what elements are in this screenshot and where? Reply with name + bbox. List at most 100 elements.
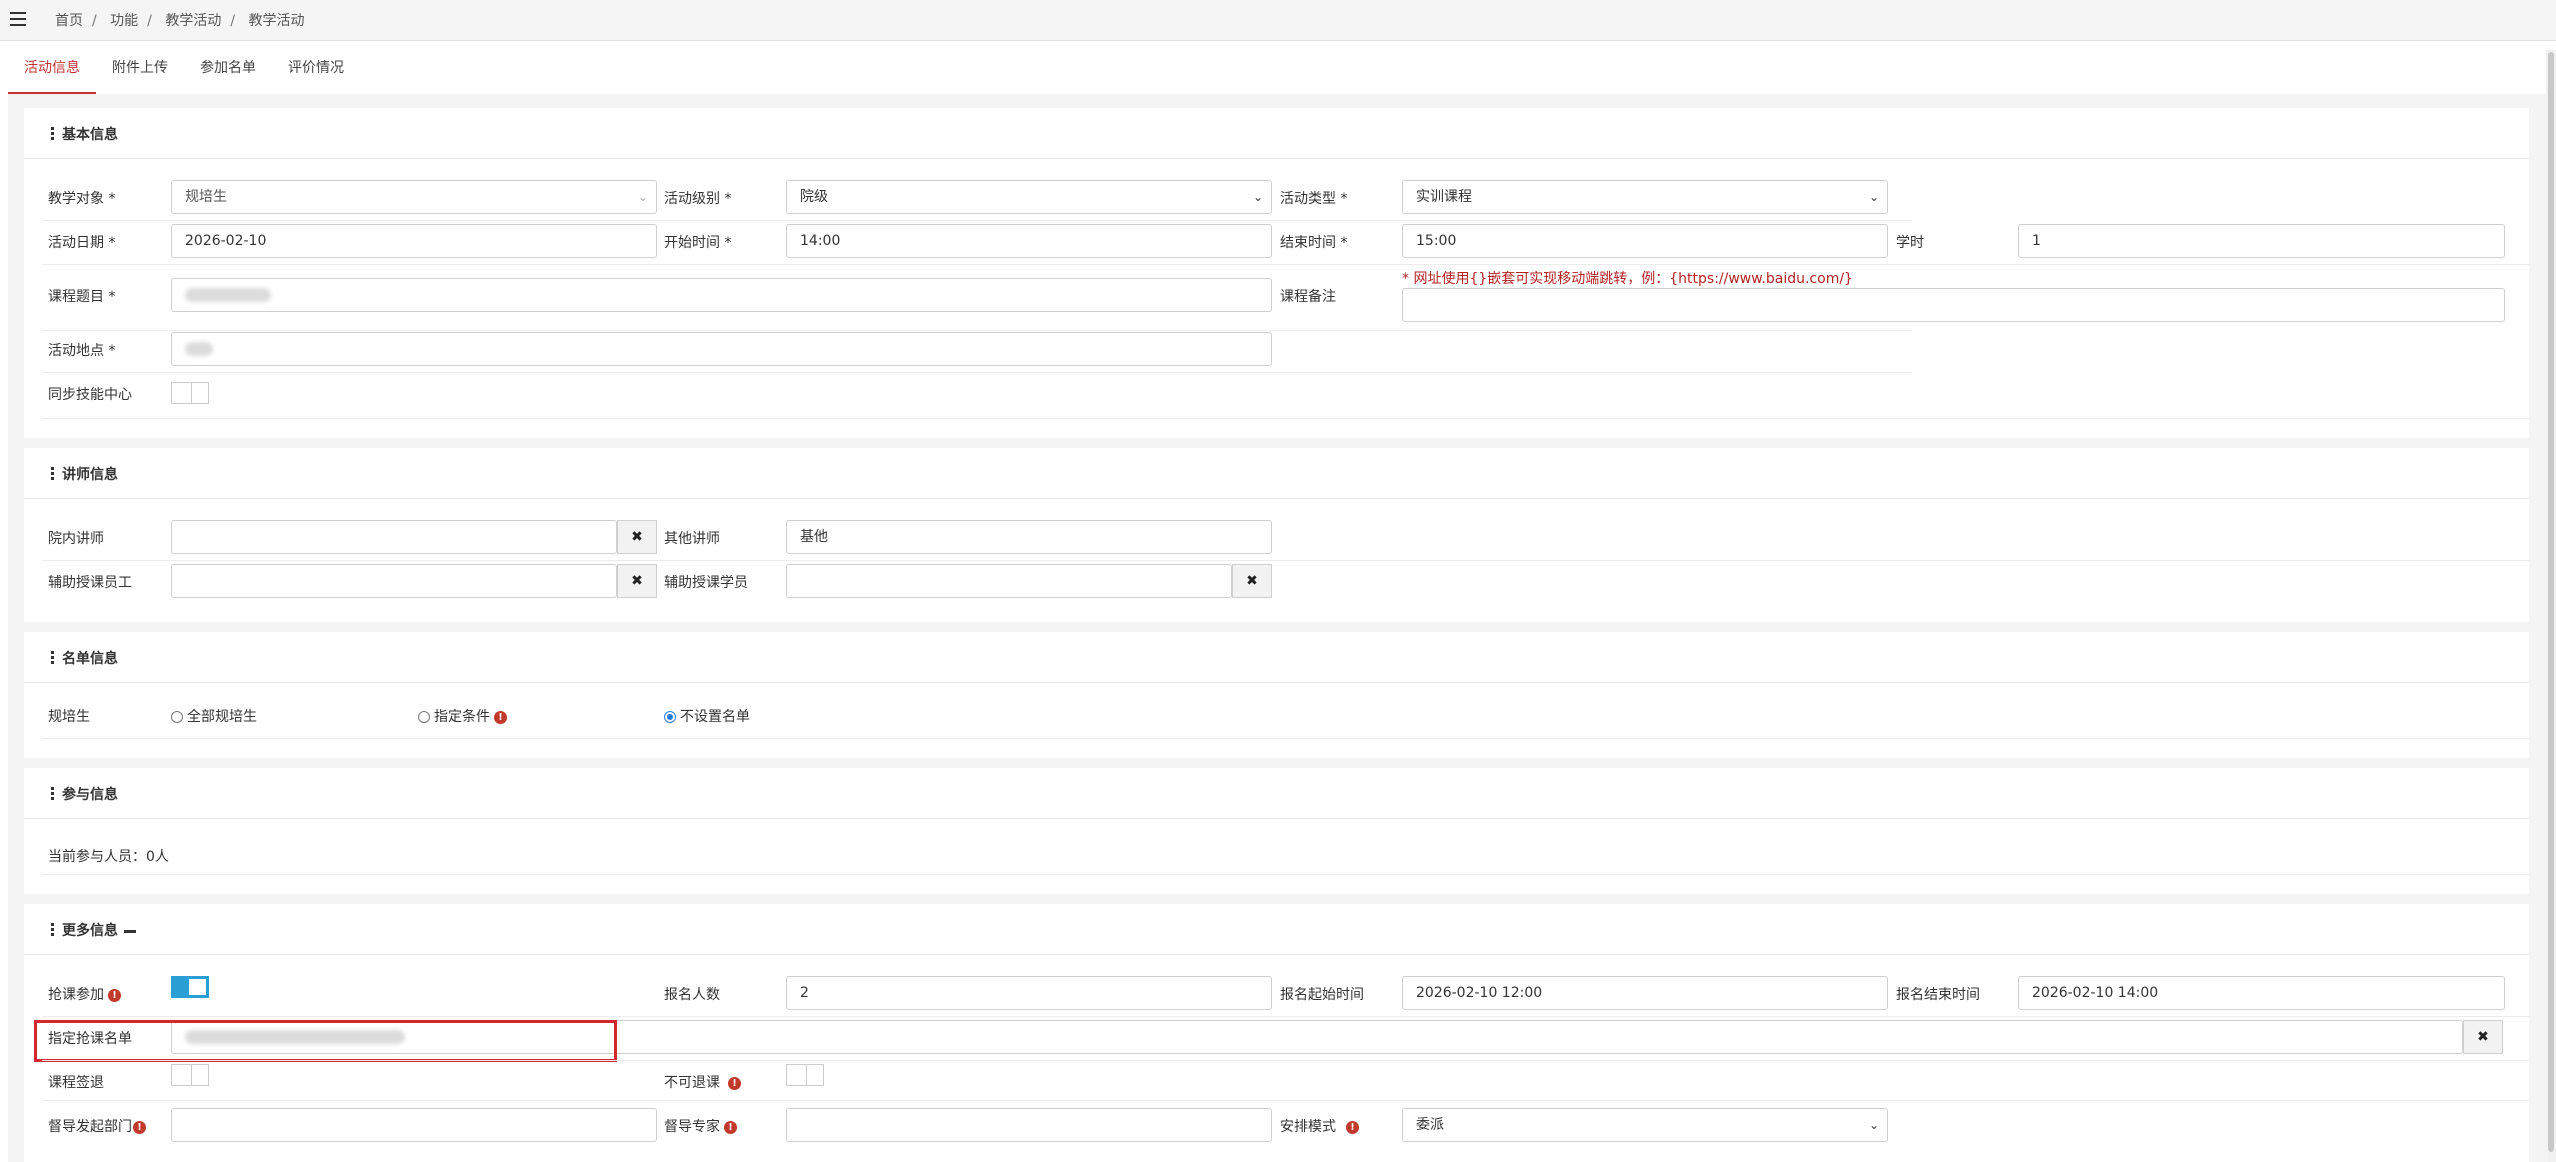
signup-end-label: 报名结束时间 bbox=[1896, 987, 1980, 1003]
date-label: 活动日期 * bbox=[48, 235, 116, 251]
info-icon[interactable]: ! bbox=[108, 988, 121, 1002]
info-icon[interactable]: ! bbox=[133, 1120, 146, 1134]
clear-designated-list-button[interactable]: ✖ bbox=[2463, 1020, 2503, 1054]
info-icon[interactable]: ! bbox=[724, 1120, 737, 1134]
assist-student-input[interactable] bbox=[786, 564, 1232, 598]
arrange-mode-value: 委派 bbox=[1416, 1117, 1444, 1133]
supervise-dept-label: 督导发起部门! bbox=[48, 1116, 146, 1136]
radio-all-trainees[interactable]: 全部规培生 bbox=[171, 706, 257, 726]
more-info-panel: 更多信息 抢课参加! 报名人数 2 报名起始时间 2026-02-10 12:0… bbox=[24, 904, 2529, 1162]
internal-lecturer-input[interactable] bbox=[171, 520, 617, 554]
radio-label: 不设置名单 bbox=[680, 709, 750, 725]
signup-start-input[interactable]: 2026-02-10 12:00 bbox=[1402, 976, 1888, 1010]
start-time-label: 开始时间 * bbox=[664, 235, 732, 251]
panel-title: 讲师信息 bbox=[62, 467, 118, 483]
activity-type-select[interactable]: 实训课程 ⌄ bbox=[1402, 180, 1888, 214]
clear-assist-staff-button[interactable]: ✖ bbox=[617, 564, 657, 598]
chevron-down-icon: ⌄ bbox=[1252, 190, 1263, 204]
redacted-text bbox=[185, 288, 271, 302]
clear-assist-student-button[interactable]: ✖ bbox=[1232, 564, 1272, 598]
menu-toggle-icon[interactable] bbox=[10, 12, 26, 26]
signup-start-label: 报名起始时间 bbox=[1280, 987, 1364, 1003]
end-time-input[interactable]: 15:00 bbox=[1402, 224, 1888, 258]
info-icon[interactable]: ! bbox=[494, 710, 507, 724]
radio-specified-conditions[interactable]: 指定条件! bbox=[418, 706, 507, 726]
no-withdraw-label: 不可退课! bbox=[664, 1072, 741, 1092]
current-participants-text: 当前参与人员：0人 bbox=[48, 849, 169, 865]
panel-title: 名单信息 bbox=[62, 651, 118, 667]
panel-title[interactable]: 更多信息 bbox=[62, 920, 136, 940]
supervise-dept-input[interactable] bbox=[171, 1108, 657, 1142]
trainee-label: 规培生 bbox=[48, 709, 90, 725]
radio-icon[interactable] bbox=[418, 711, 430, 723]
supervise-expert-label: 督导专家! bbox=[664, 1116, 737, 1136]
course-remark-input[interactable] bbox=[1402, 288, 2505, 322]
grab-course-toggle[interactable] bbox=[171, 976, 209, 998]
roster-info-panel: 名单信息 规培生 全部规培生 指定条件! 不设置名单 bbox=[24, 632, 2529, 758]
end-time-label: 结束时间 * bbox=[1280, 235, 1348, 251]
panel-title-text: 更多信息 bbox=[62, 923, 118, 939]
highlight-annotation bbox=[34, 1020, 617, 1062]
breadcrumb-item[interactable]: 教学活动 bbox=[165, 13, 221, 29]
course-title-input[interactable] bbox=[171, 278, 1272, 312]
chevron-down-icon: ⌄ bbox=[637, 190, 648, 204]
tab-activity-info[interactable]: 活动信息 bbox=[8, 50, 96, 95]
course-signout-label: 课程签退 bbox=[48, 1075, 104, 1091]
location-label: 活动地点 * bbox=[48, 343, 116, 359]
course-remark-hint: * 网址使用{}嵌套可实现移动端跳转，例：{https://www.baidu.… bbox=[1402, 271, 1853, 287]
radio-label: 指定条件 bbox=[434, 709, 490, 725]
tab-evaluation[interactable]: 评价情况 bbox=[272, 50, 360, 92]
assist-staff-label: 辅助授课员工 bbox=[48, 575, 132, 591]
date-input[interactable]: 2026-02-10 bbox=[171, 224, 657, 258]
location-input[interactable] bbox=[171, 332, 1272, 366]
vertical-dots-icon bbox=[51, 787, 54, 800]
signup-count-label: 报名人数 bbox=[664, 987, 720, 1003]
hours-label: 学时 bbox=[1896, 235, 1924, 251]
panel-title: 基本信息 bbox=[62, 127, 118, 143]
arrange-mode-select[interactable]: 委派 ⌄ bbox=[1402, 1108, 1888, 1142]
info-icon[interactable]: ! bbox=[1346, 1120, 1359, 1134]
no-withdraw-toggle[interactable] bbox=[786, 1064, 824, 1086]
radio-icon[interactable] bbox=[171, 711, 183, 723]
hours-input[interactable]: 1 bbox=[2018, 224, 2505, 258]
clear-internal-lecturer-button[interactable]: ✖ bbox=[617, 520, 657, 554]
teach-target-select[interactable]: 规培生 ⌄ bbox=[171, 180, 657, 214]
vertical-dots-icon bbox=[51, 467, 54, 480]
activity-level-select[interactable]: 院级 ⌄ bbox=[786, 180, 1272, 214]
breadcrumb-item[interactable]: 功能 bbox=[110, 13, 138, 29]
signup-end-input[interactable]: 2026-02-10 14:00 bbox=[2018, 976, 2505, 1010]
arrange-mode-label: 安排模式! bbox=[1280, 1116, 1359, 1136]
internal-lecturer-label: 院内讲师 bbox=[48, 531, 104, 547]
supervise-dept-text: 督导发起部门 bbox=[48, 1119, 132, 1135]
grab-course-text: 抢课参加 bbox=[48, 987, 104, 1003]
signup-count-input[interactable]: 2 bbox=[786, 976, 1272, 1010]
other-lecturer-label: 其他讲师 bbox=[664, 531, 720, 547]
teach-target-value: 规培生 bbox=[185, 189, 227, 205]
participation-info-panel: 参与信息 当前参与人员：0人 bbox=[24, 768, 2529, 894]
vertical-dots-icon bbox=[51, 651, 54, 664]
course-signout-toggle[interactable] bbox=[171, 1064, 209, 1086]
start-time-input[interactable]: 14:00 bbox=[786, 224, 1272, 258]
course-remark-label: 课程备注 bbox=[1280, 289, 1336, 305]
activity-level-value: 院级 bbox=[800, 189, 828, 205]
tab-attachment-upload[interactable]: 附件上传 bbox=[96, 50, 184, 92]
radio-selected-icon[interactable] bbox=[664, 711, 676, 723]
breadcrumb: 首页 / 功能 / 教学活动 / 教学活动 bbox=[55, 13, 305, 29]
info-icon[interactable]: ! bbox=[728, 1076, 741, 1090]
supervise-expert-text: 督导专家 bbox=[664, 1119, 720, 1135]
vertical-dots-icon bbox=[51, 127, 54, 140]
tab-participant-list[interactable]: 参加名单 bbox=[184, 50, 272, 92]
assist-staff-input[interactable] bbox=[171, 564, 617, 598]
radio-no-roster[interactable]: 不设置名单 bbox=[664, 706, 750, 726]
sync-skill-center-toggle[interactable] bbox=[171, 382, 209, 404]
assist-student-label: 辅助授课学员 bbox=[664, 575, 748, 591]
tab-bar: 活动信息 附件上传 参加名单 评价情况 bbox=[8, 50, 2548, 95]
breadcrumb-item[interactable]: 首页 bbox=[55, 13, 83, 29]
no-withdraw-text: 不可退课 bbox=[664, 1075, 720, 1091]
radio-label: 全部规培生 bbox=[187, 709, 257, 725]
supervise-expert-input[interactable] bbox=[786, 1108, 1272, 1142]
other-lecturer-input[interactable]: 基他 bbox=[786, 520, 1272, 554]
activity-level-label: 活动级别 * bbox=[664, 191, 732, 207]
basic-info-panel: 基本信息 教学对象 * 规培生 ⌄ 活动级别 * 院级 ⌄ 活动类型 * 实训课程 ⌄… bbox=[24, 108, 2529, 438]
collapse-minus-icon[interactable] bbox=[124, 929, 136, 933]
